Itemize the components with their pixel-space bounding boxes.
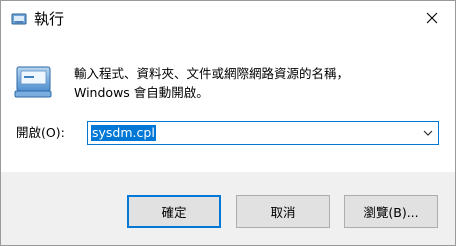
close-button[interactable]: [409, 1, 455, 34]
close-icon: [426, 12, 438, 23]
run-app-icon: [11, 13, 27, 25]
description-text: 輸入程式、資料夾、文件或網際網路資源的名稱， Windows 會自動開啟。: [74, 64, 444, 102]
browse-button-label: 瀏覽(B)...: [363, 205, 419, 220]
cancel-button[interactable]: 取消: [236, 195, 330, 228]
cancel-button-label: 取消: [270, 205, 296, 220]
ok-button-label: 確定: [161, 205, 187, 220]
description-line-2: Windows 會自動開啟。: [74, 85, 209, 100]
open-label: 開啟(O):: [16, 125, 65, 140]
run-icon: [14, 66, 52, 98]
title-bar[interactable]: 執行: [1, 1, 455, 37]
run-dialog: 執行 輸入程式、資料夾、文件或網際網路資源的名稱， Windows 會自動開啟。…: [0, 0, 456, 246]
ok-button[interactable]: 確定: [127, 195, 221, 228]
window-title: 執行: [34, 10, 65, 28]
open-combobox[interactable]: sysdm.cpl: [87, 121, 439, 145]
description-line-1: 輸入程式、資料夾、文件或網際網路資源的名稱，: [74, 66, 350, 81]
chevron-down-icon[interactable]: [423, 128, 433, 138]
browse-button[interactable]: 瀏覽(B)...: [344, 195, 438, 228]
open-input[interactable]: sysdm.cpl: [91, 125, 156, 141]
